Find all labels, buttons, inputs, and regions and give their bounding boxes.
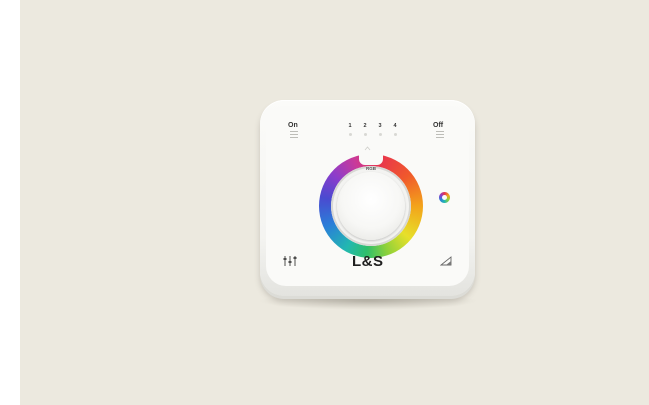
- rgb-tab: RGB: [359, 151, 383, 171]
- center-button[interactable]: [337, 172, 405, 240]
- zone-2-indicator: [363, 132, 367, 136]
- off-button[interactable]: [436, 131, 444, 139]
- rgb-control-panel: On Off 1 2 3 4 RGB L&S: [260, 100, 475, 296]
- zone-1-indicator: [348, 132, 352, 136]
- list-icon: [290, 131, 298, 132]
- on-label: On: [288, 122, 298, 129]
- list-icon: [436, 131, 444, 132]
- zone-1-button[interactable]: 1: [346, 123, 354, 136]
- dimmer-icon[interactable]: [440, 256, 452, 266]
- color-wheel[interactable]: RGB: [319, 151, 423, 258]
- zone-3-indicator: [378, 132, 382, 136]
- panel-face: On Off 1 2 3 4 RGB L&S: [266, 106, 469, 286]
- color-wheel-icon[interactable]: [439, 192, 450, 203]
- zone-1-label: 1: [348, 123, 352, 129]
- scene-background: On Off 1 2 3 4 RGB L&S: [20, 0, 649, 405]
- on-button[interactable]: [290, 131, 298, 139]
- rgb-label: RGB: [366, 166, 376, 171]
- zone-selector: 1 2 3 4: [346, 123, 402, 140]
- zone-4-indicator: [393, 132, 397, 136]
- zone-4-button[interactable]: 4: [391, 123, 399, 136]
- off-label: Off: [433, 122, 444, 129]
- zone-2-button[interactable]: 2: [361, 123, 369, 136]
- zone-2-label: 2: [363, 123, 367, 129]
- equalizer-icon[interactable]: [283, 255, 297, 267]
- zone-4-label: 4: [393, 123, 397, 129]
- zone-3-label: 3: [378, 123, 382, 129]
- zone-3-button[interactable]: 3: [376, 123, 384, 136]
- brand-logo: L&S: [352, 253, 384, 270]
